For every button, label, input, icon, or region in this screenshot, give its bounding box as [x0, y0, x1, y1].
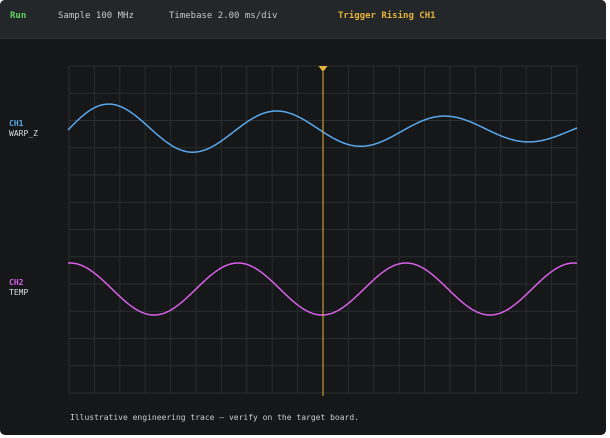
ch1-label[interactable]: CH1 WARP_Z: [9, 119, 38, 139]
oscilloscope-window: Run Sample 100 MHz Timebase 2.00 ms/div …: [0, 0, 606, 435]
scope-display: [67, 65, 578, 396]
footer-note: Illustrative engineering trace — verify …: [70, 413, 359, 422]
trigger-marker-icon[interactable]: [318, 66, 328, 72]
ch1-signal-name: WARP_Z: [9, 129, 38, 138]
ch1-name: CH1: [9, 119, 24, 128]
ch2-label[interactable]: CH2 TEMP: [9, 278, 28, 298]
ch2-signal-name: TEMP: [9, 288, 29, 297]
ch2-name: CH2: [9, 278, 24, 287]
